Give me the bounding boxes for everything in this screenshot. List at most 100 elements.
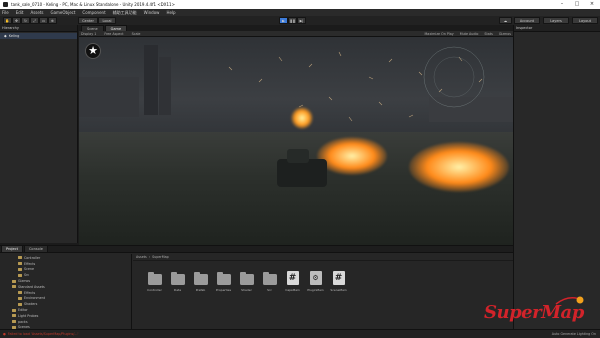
folder-icon: [18, 262, 22, 266]
folder-icon: [12, 314, 16, 318]
maximize-icon[interactable]: □: [570, 0, 584, 9]
inspector-panel: Inspector: [513, 25, 600, 329]
project-tabs: Project Console: [0, 245, 513, 253]
scale-tool-icon[interactable]: ⤢: [30, 17, 39, 24]
star-badge-icon[interactable]: ★: [85, 43, 101, 59]
asset-item[interactable]: Properties: [212, 271, 235, 292]
folder-icon: [216, 272, 231, 285]
asset-item[interactable]: Src: [258, 271, 281, 292]
breadcrumb-separator: ›: [148, 255, 151, 259]
hierarchy-panel: Hierarchy ◆ Keling: [0, 25, 78, 243]
fire: [317, 137, 387, 175]
rotate-tool-icon[interactable]: ↻: [21, 17, 30, 24]
folder-icon: [193, 272, 208, 285]
asset-item[interactable]: Prefab: [189, 271, 212, 292]
csharp-script-icon: #: [286, 271, 299, 285]
unity-app-icon: [3, 2, 8, 7]
supermap-watermark: SuperMap: [484, 296, 594, 328]
folder-icon: [18, 291, 22, 295]
hand-tool-icon[interactable]: ✋: [3, 17, 12, 24]
folder-icon: [239, 272, 254, 285]
tab-console[interactable]: Console: [23, 245, 48, 252]
window-titlebar: tank_sale_0710 - Keling - PC, Mac & Linu…: [0, 0, 600, 9]
breadcrumb: Assets › SuperMap: [133, 254, 513, 261]
folder-icon: [12, 320, 16, 324]
status-message[interactable]: Failed to load 'Assets/SuperMap/Plugins/…: [8, 332, 79, 336]
aspect-dropdown[interactable]: Free Aspect: [104, 32, 123, 36]
game-render[interactable]: ★: [79, 37, 513, 245]
tank-turret: [287, 149, 309, 163]
mute-audio-toggle[interactable]: Mute Audio: [460, 32, 479, 36]
asset-grid: Controller Data Prefab Properties Shader…: [143, 271, 350, 292]
hierarchy-tab[interactable]: Hierarchy: [0, 25, 77, 32]
maximize-on-play-toggle[interactable]: Maximize On Play: [424, 32, 453, 36]
error-icon: ●: [3, 332, 6, 336]
minimize-icon[interactable]: –: [555, 0, 569, 9]
move-tool-icon[interactable]: ✥: [12, 17, 21, 24]
transform-tool-icon[interactable]: ⊕: [48, 17, 57, 24]
layout-dropdown[interactable]: Layout: [572, 17, 598, 24]
main-toolbar: ✋ ✥ ↻ ⤢ ▭ ⊕ Center Local ▶ ❚❚ ▶| ☁ Accou…: [0, 16, 600, 25]
breadcrumb-supermap[interactable]: SuperMap: [152, 255, 169, 259]
game-view-panel: Scene Game Display 1 Free Aspect Scale M…: [79, 25, 513, 245]
close-icon[interactable]: ×: [585, 0, 599, 9]
folder-icon: [262, 272, 277, 285]
asset-item[interactable]: Data: [166, 271, 189, 292]
stats-toggle[interactable]: Stats: [484, 32, 492, 36]
scale-slider[interactable]: Scale: [132, 32, 141, 36]
menu-window[interactable]: Window: [144, 10, 160, 15]
tab-project[interactable]: Project: [1, 245, 23, 252]
folder-icon: [18, 273, 22, 277]
menu-assets[interactable]: Assets: [30, 10, 43, 15]
breadcrumb-assets[interactable]: Assets: [136, 255, 147, 259]
fire: [409, 142, 509, 192]
menu-gameobject[interactable]: GameObject: [50, 10, 75, 15]
folder-icon: [12, 279, 16, 283]
folder-icon: [18, 256, 22, 260]
asset-item[interactable]: ⚙ PluginMain: [304, 271, 327, 292]
folder-icon: [18, 302, 22, 306]
account-dropdown[interactable]: Account: [514, 17, 540, 24]
project-asset-view: Assets › SuperMap Controller Data Prefab…: [133, 254, 513, 330]
folder-icon: [147, 272, 162, 285]
asset-item[interactable]: # SceneMain: [327, 271, 350, 292]
inspector-tab[interactable]: Inspector: [514, 25, 600, 32]
pause-button[interactable]: ❚❚: [288, 17, 297, 24]
menu-help[interactable]: Help: [166, 10, 175, 15]
hierarchy-root-item[interactable]: ◆ Keling: [0, 33, 77, 39]
rect-tool-icon[interactable]: ▭: [39, 17, 48, 24]
folder-icon: [170, 272, 185, 285]
menu-file[interactable]: File: [2, 10, 9, 15]
layers-dropdown[interactable]: Layers: [543, 17, 569, 24]
menu-edit[interactable]: Edit: [16, 10, 24, 15]
lighting-status: Auto Generate Lighting On: [551, 332, 596, 336]
asset-item[interactable]: # CapsMain: [281, 271, 304, 292]
asset-item[interactable]: Controller: [143, 271, 166, 292]
local-toggle-button[interactable]: Local: [98, 17, 116, 24]
battle-scene: [228, 46, 485, 122]
cloud-icon[interactable]: ☁: [499, 17, 512, 24]
status-bar: ● Failed to load 'Assets/SuperMap/Plugin…: [0, 329, 600, 338]
folder-icon: [12, 285, 16, 289]
csharp-script-icon: #: [332, 271, 345, 285]
gizmos-toggle[interactable]: Gizmos: [499, 32, 511, 36]
menu-tools[interactable]: 辅助工具功能: [113, 10, 137, 16]
display-dropdown[interactable]: Display 1: [81, 32, 96, 36]
step-button[interactable]: ▶|: [297, 17, 306, 24]
watermark-text: SuperMap: [484, 302, 584, 323]
hierarchy-root-label: Keling: [8, 34, 20, 38]
project-folder-tree: Controller Effects Scene Src Gizmos Stan…: [0, 254, 132, 337]
scene-icon: ◆: [4, 34, 7, 38]
asset-item[interactable]: Shader: [235, 271, 258, 292]
plugin-file-icon: ⚙: [309, 271, 322, 285]
tank: [277, 159, 327, 187]
play-button[interactable]: ▶: [279, 17, 288, 24]
explosion: [291, 107, 313, 129]
window-title: tank_sale_0710 - Keling - PC, Mac & Linu…: [11, 2, 175, 7]
folder-icon: [18, 296, 22, 300]
project-panel: Project Console Controller Effects Scene…: [0, 245, 513, 337]
center-toggle-button[interactable]: Center: [78, 17, 98, 24]
menu-component[interactable]: Component: [82, 10, 105, 15]
folder-icon: [18, 267, 22, 271]
folder-icon: [12, 308, 16, 312]
